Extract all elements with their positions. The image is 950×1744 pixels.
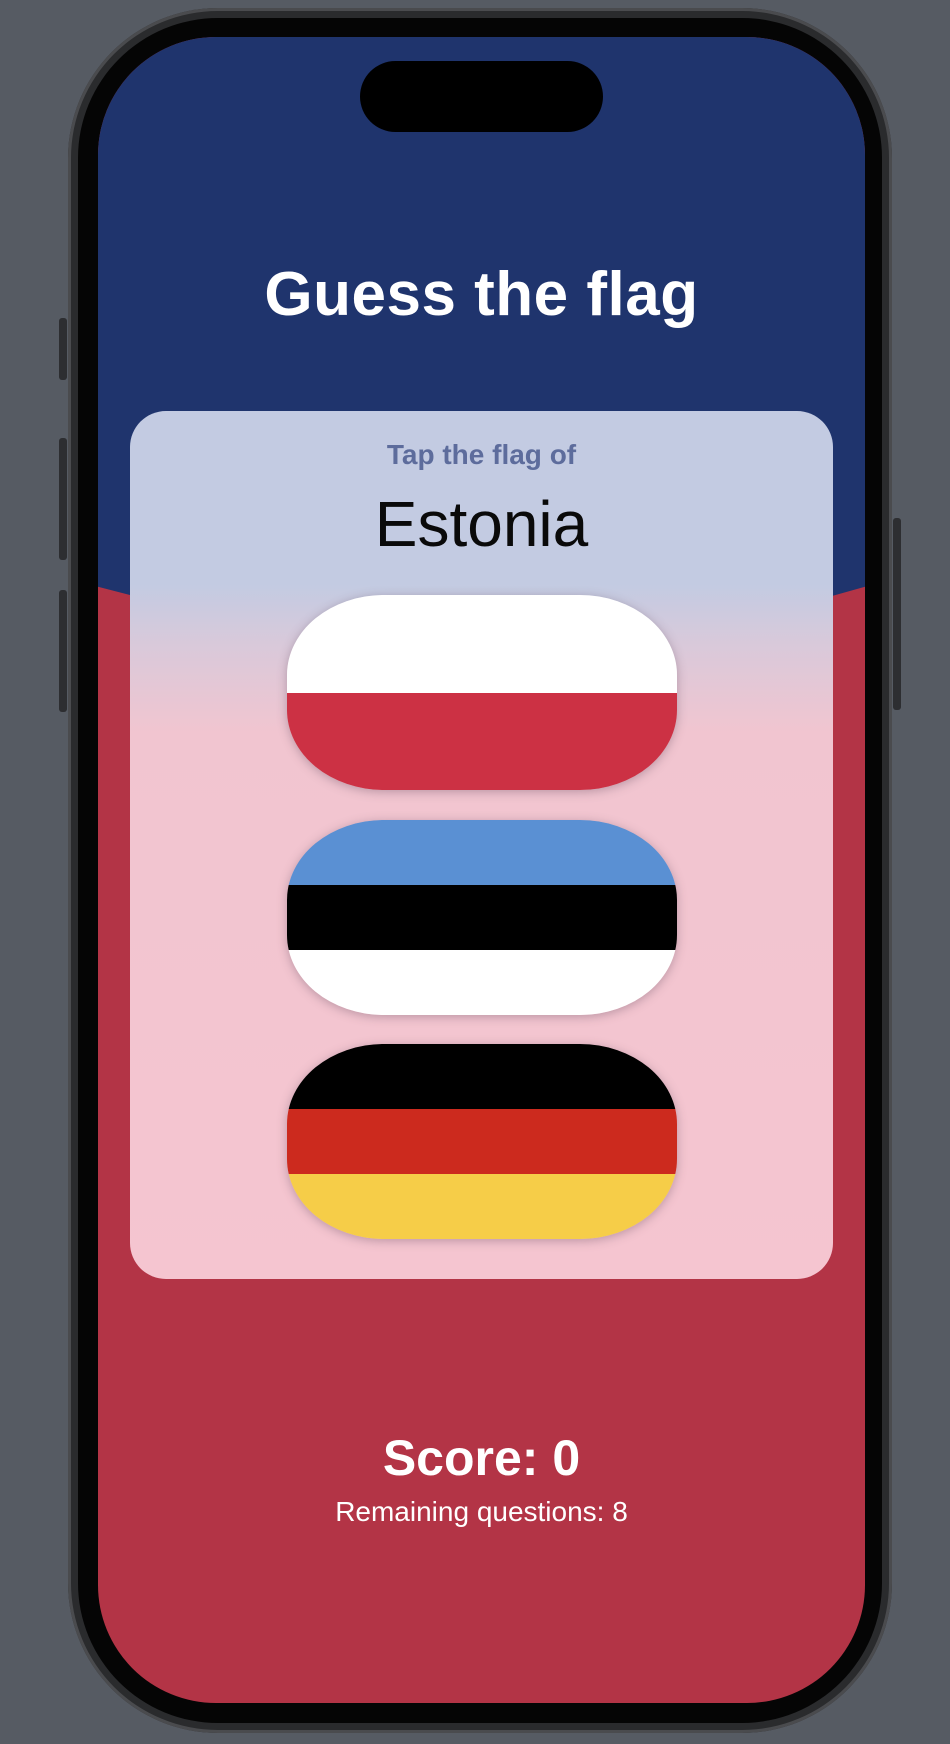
flag-stripe-1 (287, 820, 677, 885)
volume-down-button (59, 590, 67, 712)
flag-stripe-1 (287, 1044, 677, 1109)
device-stage: Guess the flag Tap the flag of Estonia S… (0, 0, 950, 1744)
power-button (893, 518, 901, 710)
flag-stripe-2 (287, 692, 677, 790)
volume-up-button (59, 438, 67, 560)
app-screen: Guess the flag Tap the flag of Estonia S… (98, 37, 865, 1703)
flag-stripe-3 (287, 950, 677, 1015)
flag-button-estonia[interactable] (287, 820, 677, 1015)
flag-stripe-1 (287, 595, 677, 693)
flag-stripe-3 (287, 1174, 677, 1239)
question-prompt: Tap the flag of (386, 439, 577, 470)
dynamic-island (360, 61, 603, 132)
remaining-questions-label: Remaining questions: 8 (335, 1496, 628, 1527)
question-country: Estonia (374, 488, 589, 560)
flag-stripe-2 (287, 885, 677, 950)
flag-stripe-2 (287, 1109, 677, 1174)
flag-button-germany[interactable] (287, 1044, 677, 1239)
app-title: Guess the flag (264, 260, 699, 329)
flag-button-poland[interactable] (287, 595, 677, 790)
action-button (59, 318, 67, 380)
score-label: Score: 0 (382, 1430, 581, 1486)
